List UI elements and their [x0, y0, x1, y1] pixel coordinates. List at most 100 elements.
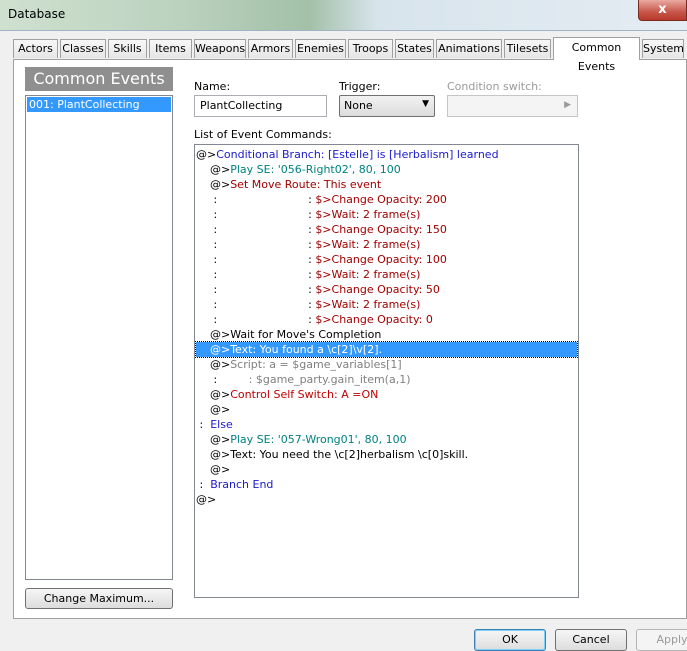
tab-system[interactable]: System: [642, 39, 684, 58]
trigger-value: None: [344, 99, 373, 112]
list-item-plantcollecting[interactable]: 001: PlantCollecting: [27, 97, 171, 112]
tab-common-events[interactable]: Common Events: [553, 37, 640, 73]
command-row[interactable]: @>Set Move Route: This event: [196, 177, 577, 192]
command-text: Branch End: [210, 478, 274, 491]
command-text: $>Change Opacity: 100: [315, 253, 447, 266]
command-text: $>Change Opacity: 50: [315, 283, 440, 296]
command-prefix: @>: [196, 493, 217, 506]
tab-weapons[interactable]: Weapons: [194, 39, 246, 58]
command-row[interactable]: : : $>Wait: 2 frame(s): [196, 237, 577, 252]
command-row[interactable]: : : $>Wait: 2 frame(s): [196, 267, 577, 282]
tab-animations[interactable]: Animations: [436, 39, 502, 58]
command-text: $>Wait: 2 frame(s): [315, 268, 421, 281]
command-prefix: : :: [196, 268, 316, 281]
command-text: Else: [210, 418, 233, 431]
command-row[interactable]: @>Conditional Branch: [Estelle] is [Herb…: [196, 147, 577, 162]
tab-troops[interactable]: Troops: [348, 39, 393, 58]
chevron-right-icon: ▶: [564, 100, 571, 110]
tab-states[interactable]: States: [395, 39, 434, 58]
command-row[interactable]: : : $>Change Opacity: 150: [196, 222, 577, 237]
command-prefix: @>: [196, 178, 231, 191]
command-prefix: : :: [196, 238, 316, 251]
name-input[interactable]: PlantCollecting: [194, 95, 327, 117]
command-prefix: :: [196, 373, 249, 386]
command-prefix: @>: [196, 163, 231, 176]
command-prefix: @>: [196, 343, 231, 356]
command-row[interactable]: : : $>Change Opacity: 50: [196, 282, 577, 297]
command-text: Conditional Branch: [Estelle] is [Herbal…: [216, 148, 499, 161]
trigger-label: Trigger:: [339, 80, 381, 93]
tab-items[interactable]: Items: [149, 39, 192, 58]
command-prefix: : :: [196, 283, 316, 296]
tab-armors[interactable]: Armors: [248, 39, 293, 58]
condition-switch-label: Condition switch:: [447, 80, 542, 93]
command-row[interactable]: : : $>Wait: 2 frame(s): [196, 207, 577, 222]
command-text: Control Self Switch: A =ON: [230, 388, 379, 401]
panel-header: Common Events: [25, 67, 173, 91]
command-row[interactable]: @>Text: You need the \c[2]herbalism \c[0…: [196, 447, 577, 462]
command-row[interactable]: : : $>Wait: 2 frame(s): [196, 297, 577, 312]
command-row[interactable]: @>: [196, 402, 577, 417]
command-row[interactable]: @>: [196, 492, 577, 507]
command-prefix: : :: [196, 208, 316, 221]
command-prefix: : :: [196, 223, 316, 236]
command-row[interactable]: @>Control Self Switch: A =ON: [196, 387, 577, 402]
command-row[interactable]: : : $>Change Opacity: 100: [196, 252, 577, 267]
trigger-select[interactable]: None ▼: [339, 95, 435, 117]
command-prefix: @>: [196, 448, 231, 461]
command-row[interactable]: : Branch End: [196, 477, 577, 492]
tab-classes[interactable]: Classes: [60, 39, 106, 58]
command-text: Wait for Move's Completion: [230, 328, 382, 341]
command-prefix: @>: [196, 433, 231, 446]
command-text: Text: You found a \c[2]\v[2].: [230, 343, 383, 356]
command-text: Script: a = $game_variables[1]: [230, 358, 402, 371]
command-text: Text: You need the \c[2]herbalism \c[0]s…: [230, 448, 469, 461]
command-text: $>Wait: 2 frame(s): [315, 298, 421, 311]
command-prefix: @>: [196, 463, 231, 476]
close-button[interactable]: x: [638, 0, 687, 21]
change-maximum-button[interactable]: Change Maximum...: [25, 588, 173, 609]
command-prefix: : :: [196, 253, 316, 266]
name-label: Name:: [194, 80, 231, 93]
tab-strip: Actors Classes Skills Items Weapons Armors Ene…: [13, 37, 687, 73]
command-text: Set Move Route: This event: [230, 178, 382, 191]
command-text: $>Change Opacity: 200: [315, 193, 447, 206]
chevron-down-icon: ▼: [422, 99, 429, 109]
tab-tilesets[interactable]: Tilesets: [504, 39, 551, 58]
command-prefix: @>: [196, 148, 217, 161]
command-text: $>Change Opacity: 0: [315, 313, 433, 326]
event-command-list[interactable]: @>Conditional Branch: [Estelle] is [Herb…: [194, 144, 579, 598]
command-text: : $game_party.gain_item(a,1): [248, 373, 411, 386]
command-row[interactable]: @>Script: a = $game_variables[1]: [196, 357, 577, 372]
apply-button[interactable]: Apply: [636, 629, 687, 651]
command-prefix: : :: [196, 313, 316, 326]
command-row[interactable]: : : $>Change Opacity: 200: [196, 192, 577, 207]
close-icon: x: [658, 2, 667, 17]
command-prefix: @>: [196, 403, 231, 416]
command-row[interactable]: : Else: [196, 417, 577, 432]
command-row[interactable]: : : $game_party.gain_item(a,1): [196, 372, 577, 387]
command-prefix: :: [196, 478, 211, 491]
command-row[interactable]: @>Text: You found a \c[2]\v[2].: [195, 341, 578, 358]
window-title: Database: [8, 7, 66, 21]
command-text: $>Wait: 2 frame(s): [315, 238, 421, 251]
command-text: Play SE: '057-Wrong01', 80, 100: [230, 433, 407, 446]
command-prefix: @>: [196, 358, 231, 371]
command-prefix: :: [196, 418, 211, 431]
command-row[interactable]: @>Play SE: '057-Wrong01', 80, 100: [196, 432, 577, 447]
command-prefix: @>: [196, 328, 231, 341]
command-text: $>Wait: 2 frame(s): [315, 208, 421, 221]
command-row[interactable]: : : $>Change Opacity: 0: [196, 312, 577, 327]
command-text: $>Change Opacity: 150: [315, 223, 447, 236]
command-row[interactable]: @>Wait for Move's Completion: [196, 327, 577, 342]
tab-actors[interactable]: Actors: [13, 39, 58, 58]
command-row[interactable]: @>Play SE: '056-Right02', 80, 100: [196, 162, 577, 177]
ok-button[interactable]: OK: [474, 629, 546, 651]
title-bar: Database x: [0, 0, 687, 31]
tab-skills[interactable]: Skills: [108, 39, 147, 58]
commands-label: List of Event Commands:: [194, 128, 332, 141]
cancel-button[interactable]: Cancel: [555, 629, 627, 651]
common-event-list[interactable]: 001: PlantCollecting: [25, 95, 173, 580]
command-row[interactable]: @>: [196, 462, 577, 477]
tab-enemies[interactable]: Enemies: [295, 39, 346, 58]
